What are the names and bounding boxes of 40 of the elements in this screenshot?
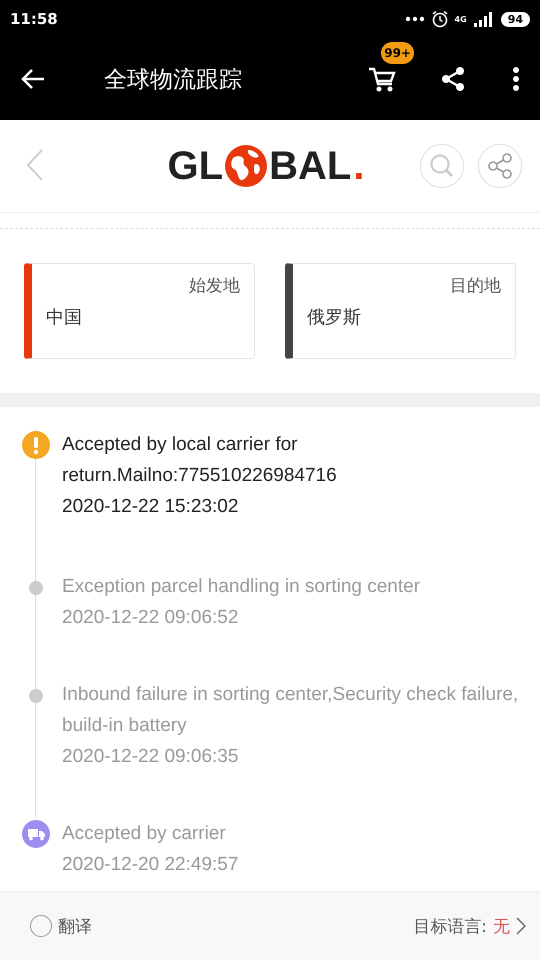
logo-text: GL [168, 144, 224, 188]
globe-icon [224, 144, 268, 188]
event-description: Accepted by local carrier for return.Mailno:775510226984716 [62, 433, 338, 488]
cart-badge: 99+ [381, 42, 414, 64]
exclamation-icon [22, 431, 50, 459]
event-description: Inbound failure in sorting center,Security check failure, build-in battery [62, 683, 520, 738]
event-time: 2020-12-22 15:23:02 [62, 495, 240, 519]
route-value: 中国 [46, 306, 83, 329]
more-icon [512, 66, 520, 92]
event-time: 2020-12-20 22:49:57 [62, 853, 238, 877]
signal-icon [472, 11, 495, 27]
page-title: 全球物流跟踪 [104, 66, 243, 94]
translate-label: 翻译 [58, 916, 92, 938]
battery-indicator: 94 [500, 12, 530, 26]
logo-dot: . [353, 144, 364, 188]
share-icon [487, 153, 513, 179]
truck-icon [22, 820, 50, 848]
share-icon [440, 66, 466, 92]
route-label: 始发地 [189, 275, 240, 297]
event-description: Exception parcel handling in sorting center [62, 575, 420, 599]
chevron-left-icon [26, 148, 44, 182]
timeline-dot [29, 581, 43, 595]
logo-text: BAL [269, 144, 352, 188]
network-label: 4G [454, 14, 467, 24]
dots-icon [404, 16, 425, 22]
target-language-label: 目标语言: [413, 916, 487, 938]
search-icon [429, 153, 455, 179]
back-arrow-icon [20, 68, 46, 90]
translate-toggle[interactable]: 翻译 [30, 914, 92, 938]
event-time: 2020-12-22 09:06:35 [62, 745, 240, 769]
alarm-icon [430, 10, 449, 28]
chevron-right-icon [516, 917, 526, 935]
event-description: Accepted by carrier [62, 822, 227, 846]
status-time: 11:58 [10, 10, 58, 28]
event-time: 2020-12-22 09:06:52 [62, 606, 240, 630]
route-value: 俄罗斯 [307, 306, 362, 329]
route-label: 目的地 [450, 275, 501, 297]
timeline-dot [29, 689, 43, 703]
checkbox[interactable] [30, 915, 52, 937]
target-language-value[interactable]: 无 [493, 914, 510, 938]
